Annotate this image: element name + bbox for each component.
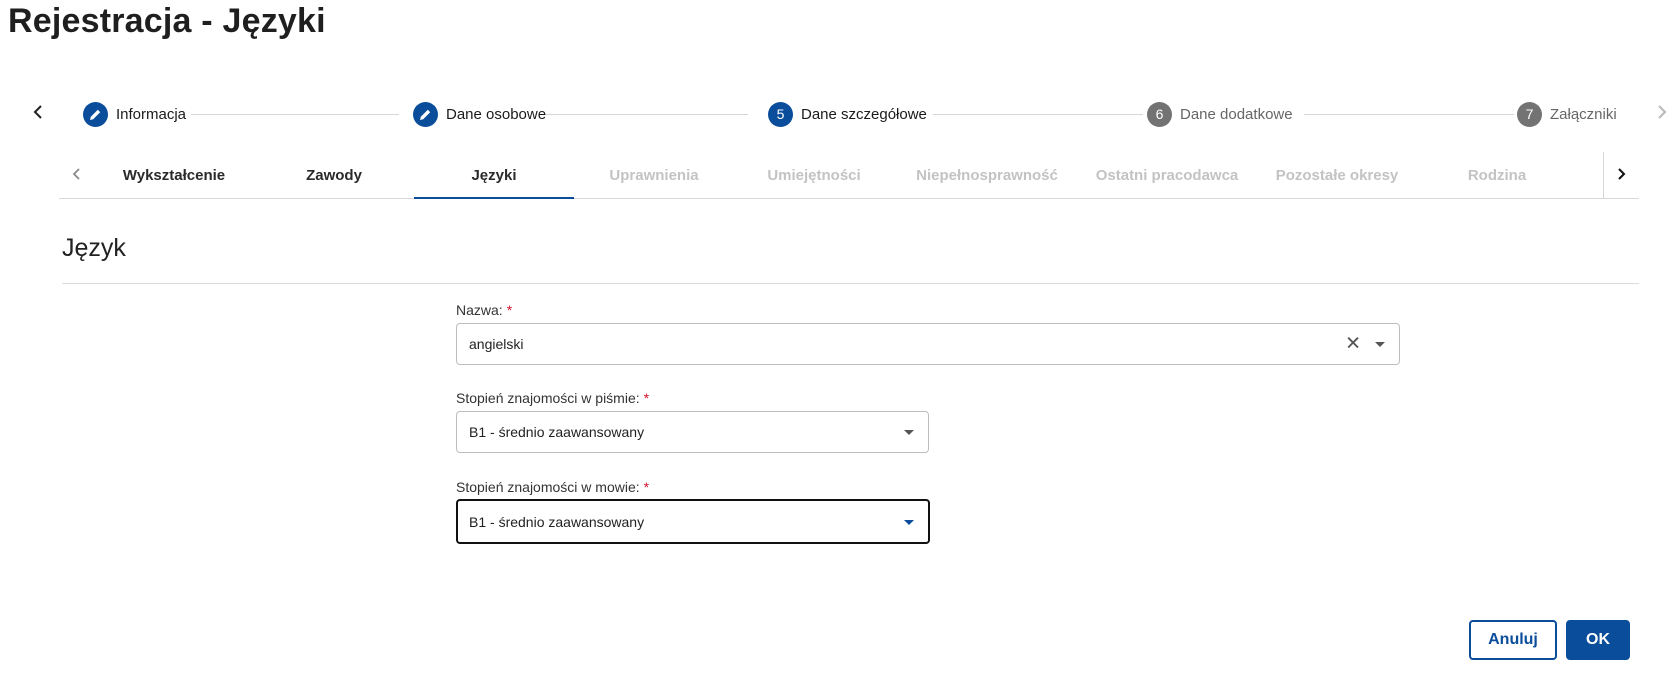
caret-down-icon: [904, 430, 914, 435]
step-dane-osobowe[interactable]: Dane osobowe: [413, 101, 546, 127]
tabs-prev-button[interactable]: [61, 160, 91, 190]
step-number: 6: [1147, 101, 1172, 127]
tab-uprawnienia[interactable]: Uprawnienia: [574, 152, 734, 198]
step-connector: [541, 114, 748, 115]
caret-down-icon[interactable]: [1375, 342, 1385, 347]
close-icon[interactable]: ✕: [1345, 335, 1361, 354]
required-mark: *: [506, 302, 513, 318]
chevron-left-icon: [71, 165, 81, 186]
caret-down-icon: [904, 519, 914, 525]
pencil-icon: [413, 101, 438, 127]
step-label: Dane dodatkowe: [1180, 105, 1293, 123]
name-field-label: Nazwa: *: [456, 302, 512, 318]
step-label: Załączniki: [1550, 105, 1617, 123]
step-label: Dane szczegółowe: [801, 105, 927, 123]
step-informacja[interactable]: Informacja: [83, 101, 186, 127]
stepper-next-button[interactable]: [1648, 100, 1675, 128]
chevron-right-icon: [1656, 103, 1668, 126]
speaking-label-text: Stopień znajomości w mowie:: [456, 479, 640, 495]
section-divider: [62, 283, 1639, 284]
stepper: Informacja Dane osobowe 5 Dane szczegóło…: [0, 96, 1675, 132]
ok-button[interactable]: OK: [1566, 620, 1630, 660]
step-label: Informacja: [116, 105, 187, 123]
cancel-button[interactable]: Anuluj: [1469, 620, 1557, 660]
tab-umiejetnosci[interactable]: Umiejętności: [734, 152, 894, 198]
step-number: 7: [1517, 101, 1542, 127]
section-title: Język: [62, 234, 126, 262]
tab-rodzina[interactable]: Rodzina: [1417, 152, 1577, 198]
name-label-text: Nazwa:: [456, 302, 503, 318]
step-number: 5: [768, 101, 793, 127]
step-connector: [1304, 114, 1514, 115]
step-connector: [191, 114, 399, 115]
required-mark: *: [643, 479, 650, 495]
writing-level-value: B1 - średnio zaawansowany: [469, 424, 645, 440]
step-zalaczniki[interactable]: 7 Załączniki: [1517, 101, 1617, 127]
page: Rejestracja - Języki Informacja Dane oso…: [0, 0, 1675, 675]
tab-niepelnosprawnosc[interactable]: Niepełnosprawność: [897, 152, 1077, 198]
tab-pozostale-okresy[interactable]: Pozostałe okresy: [1257, 152, 1417, 198]
step-dane-szczegolowe[interactable]: 5 Dane szczegółowe: [768, 101, 927, 127]
tab-bar: Wykształcenie Zawody Języki Uprawnienia …: [59, 152, 1639, 199]
writing-label-text: Stopień znajomości w piśmie:: [456, 390, 640, 406]
chevron-left-icon: [32, 103, 44, 126]
speaking-level-select[interactable]: B1 - średnio zaawansowany: [456, 499, 930, 544]
pencil-icon: [83, 101, 108, 127]
stepper-prev-button[interactable]: [24, 100, 52, 128]
speaking-level-value: B1 - średnio zaawansowany: [469, 513, 645, 530]
step-dane-dodatkowe[interactable]: 6 Dane dodatkowe: [1147, 101, 1293, 127]
tab-ostatni-pracodawca[interactable]: Ostatni pracodawca: [1077, 152, 1257, 198]
speaking-field-label: Stopień znajomości w mowie: *: [456, 479, 649, 495]
writing-level-select[interactable]: B1 - średnio zaawansowany: [456, 411, 929, 453]
tab-wyksztalcenie[interactable]: Wykształcenie: [94, 152, 254, 198]
language-name-value: angielski: [469, 336, 524, 352]
page-title: Rejestracja - Języki: [8, 2, 326, 40]
tab-jezyki[interactable]: Języki: [414, 152, 574, 199]
step-connector: [933, 114, 1143, 115]
step-label: Dane osobowe: [446, 105, 547, 123]
required-mark: *: [643, 390, 650, 406]
tabs-next-button[interactable]: [1603, 152, 1639, 199]
chevron-right-icon: [1617, 165, 1627, 186]
language-name-select[interactable]: angielski ✕: [456, 323, 1400, 365]
writing-field-label: Stopień znajomości w piśmie: *: [456, 390, 649, 406]
tab-zawody[interactable]: Zawody: [254, 152, 414, 198]
